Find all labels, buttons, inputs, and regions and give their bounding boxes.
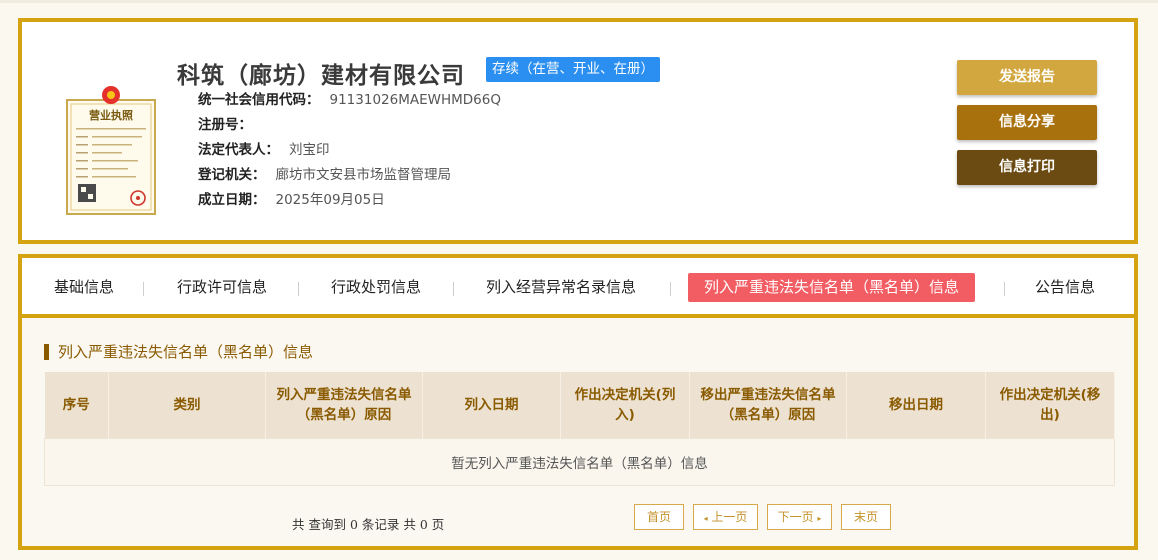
column-header-removal-date: 移出日期: [846, 372, 986, 439]
column-header-category: 类别: [108, 372, 266, 439]
license-title: 营业执照: [89, 108, 133, 122]
info-value: 廊坊市文安县市场监督管理局: [275, 167, 452, 183]
tab-bar: 基础信息 行政许可信息 行政处罚信息 列入经营异常名录信息 列入严重违法失信名单…: [22, 258, 1134, 318]
tab-separator: [143, 282, 144, 296]
tab-separator: [298, 282, 299, 296]
first-page-label: 首页: [646, 510, 671, 524]
info-row-legal-representative: 法定代表人： 刘宝印: [198, 138, 501, 163]
tab-separator: [453, 282, 454, 296]
last-page-label: 末页: [853, 510, 878, 524]
business-license-image[interactable]: 营业执照: [66, 84, 156, 216]
share-info-button[interactable]: 信息分享: [957, 105, 1097, 140]
record-count-summary: 共 查询到 0 条记录 共 0 页: [292, 517, 445, 532]
company-info-list: 统一社会信用代码： 91131026MAEWHMD66Q 注册号： 法定代表人： 刘…: [198, 88, 501, 213]
column-header-listing-authority: 作出决定机关(列入): [560, 372, 690, 439]
info-value: 91131026MAEWHMD66Q: [329, 92, 501, 108]
blacklist-table: 序号 类别 列入严重违法失信名单（黑名单）原因 列入日期 作出决定机关(列入) …: [44, 372, 1115, 486]
first-page-button[interactable]: 首页: [634, 504, 684, 530]
arrow-left-icon: ◂: [703, 514, 708, 523]
info-row-registration-authority: 登记机关： 廊坊市文安县市场监督管理局: [198, 163, 501, 188]
info-label: 成立日期：: [198, 192, 266, 208]
top-divider: [0, 0, 1158, 3]
column-header-removal-authority: 作出决定机关(移出): [985, 372, 1115, 439]
table-header-row: 序号 类别 列入严重违法失信名单（黑名单）原因 列入日期 作出决定机关(列入) …: [44, 372, 1115, 439]
arrow-right-icon: ▸: [817, 514, 822, 523]
next-page-button[interactable]: 下一页 ▸: [767, 504, 832, 530]
tab-announcements[interactable]: 公告信息: [1035, 273, 1095, 302]
tab-administrative-license[interactable]: 行政许可信息: [177, 273, 267, 302]
table-row: 暂无列入严重违法失信名单（黑名单）信息: [44, 438, 1115, 486]
company-card: 营业执照 科筑（廊坊）建材有限公司 存续（在营、开业、在册） 统一社会信用代码：…: [18, 18, 1138, 244]
previous-page-label: 上一页: [711, 510, 748, 524]
company-name: 科筑（廊坊）建材有限公司: [177, 62, 465, 89]
info-value: 刘宝印: [289, 142, 330, 158]
info-row-establishment-date: 成立日期： 2025年09月05日: [198, 188, 501, 213]
qr-code-icon: [78, 184, 96, 202]
print-info-button[interactable]: 信息打印: [957, 150, 1097, 185]
send-report-button[interactable]: 发送报告: [957, 60, 1097, 95]
column-header-listing-date: 列入日期: [422, 372, 561, 439]
info-label: 登记机关：: [198, 167, 266, 183]
status-badge: 存续（在营、开业、在册）: [486, 57, 660, 82]
column-header-index: 序号: [44, 372, 109, 439]
previous-page-button[interactable]: ◂ 上一页: [693, 504, 758, 530]
column-header-removal-reason: 移出严重违法失信名单（黑名单）原因: [689, 372, 847, 439]
tab-administrative-penalty[interactable]: 行政处罚信息: [331, 273, 421, 302]
tab-serious-violation-blacklist[interactable]: 列入严重违法失信名单（黑名单）信息: [688, 273, 976, 302]
info-value: 2025年09月05日: [275, 192, 385, 208]
info-row-credit-code: 统一社会信用代码： 91131026MAEWHMD66Q: [198, 88, 501, 113]
section-title: 列入严重违法失信名单（黑名单）信息: [44, 344, 313, 360]
info-label: 统一社会信用代码：: [198, 92, 320, 108]
tab-basic-info[interactable]: 基础信息: [54, 273, 114, 302]
last-page-button[interactable]: 末页: [841, 504, 891, 530]
info-row-registration-number: 注册号：: [198, 113, 501, 138]
tab-abnormal-operation-list[interactable]: 列入经营异常名录信息: [486, 273, 636, 302]
info-label: 注册号：: [198, 117, 252, 133]
column-header-listing-reason: 列入严重违法失信名单（黑名单）原因: [265, 372, 423, 439]
next-page-label: 下一页: [777, 510, 814, 524]
info-label: 法定代表人：: [198, 142, 279, 158]
records-panel: 基础信息 行政许可信息 行政处罚信息 列入经营异常名录信息 列入严重违法失信名单…: [18, 254, 1138, 550]
tab-separator: [1004, 282, 1005, 296]
tab-separator: [670, 282, 671, 296]
empty-table-message: 暂无列入严重违法失信名单（黑名单）信息: [44, 438, 1115, 486]
